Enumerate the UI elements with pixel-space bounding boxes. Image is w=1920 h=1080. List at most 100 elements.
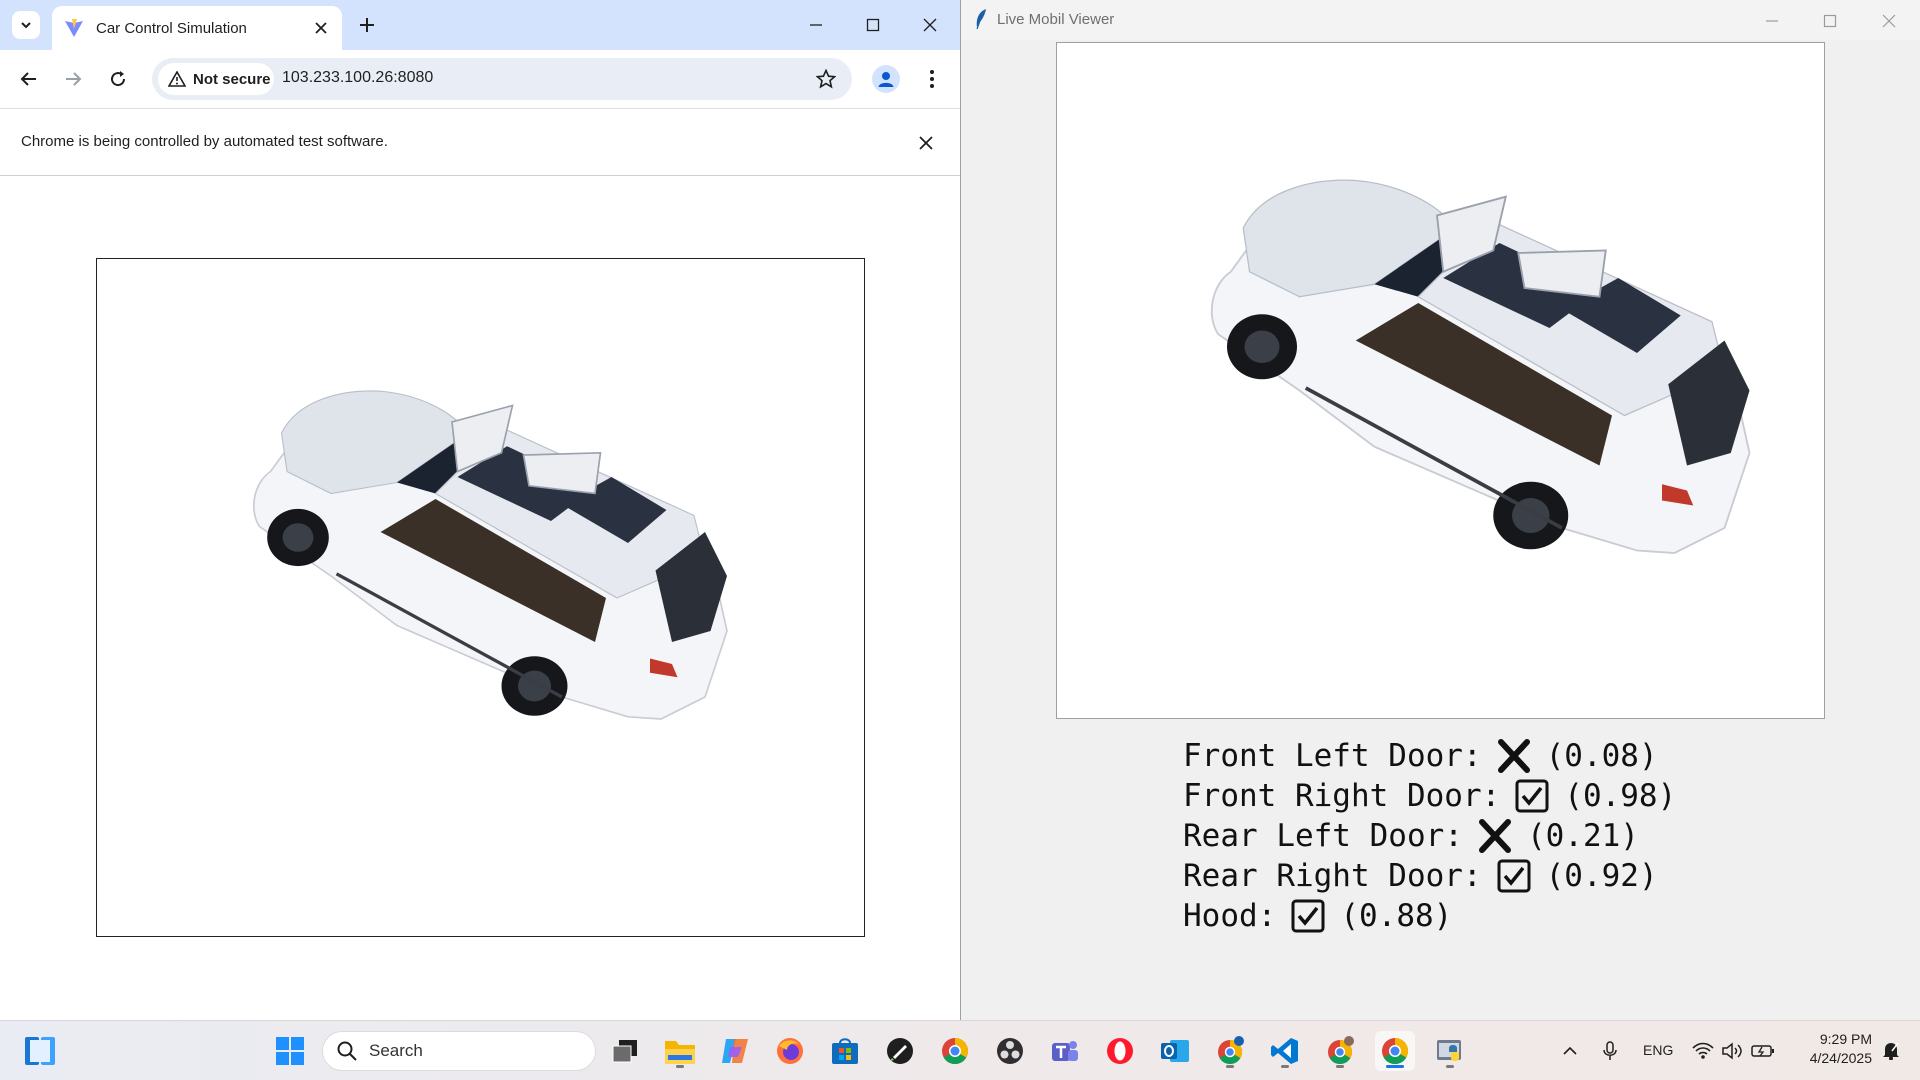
chrome-window: Car Control Simulation Not secure 103.23… [0,0,960,1020]
opera-icon[interactable] [1100,1031,1140,1071]
url-text[interactable]: 103.233.100.26:8080 [282,69,433,87]
task-view-icon[interactable] [605,1031,645,1071]
close-icon [923,18,937,32]
running-indicator [1226,1065,1234,1068]
microsoft-store-icon[interactable] [825,1031,865,1071]
wifi-icon[interactable] [1686,1031,1720,1071]
bookmark-button[interactable] [814,67,838,91]
feather-icon [976,9,986,30]
car-model-render [1209,178,1752,555]
warning-icon [168,71,186,87]
chrome-icon[interactable] [935,1031,975,1071]
microphone-icon[interactable] [1592,1031,1628,1071]
chrome-active-icon[interactable] [1375,1031,1415,1071]
clock[interactable]: 9:29 PM 4/24/2025 [1786,1030,1872,1068]
forward-arrow-icon [66,72,82,86]
language-indicator[interactable]: ENG [1643,1042,1673,1058]
vscode-icon[interactable] [1265,1031,1305,1071]
chrome-profile-icon[interactable] [1210,1031,1250,1071]
running-indicator [1446,1065,1454,1068]
maximize-button[interactable] [860,12,886,38]
status-row: Hood: (0.88) [1183,896,1676,936]
tab-search-button[interactable] [12,11,40,39]
tab-strip: Car Control Simulation [0,0,960,50]
clock-date: 4/24/2025 [1809,1050,1872,1066]
start-icon[interactable] [270,1031,310,1071]
infobar-close-button[interactable] [914,131,938,155]
status-row: Front Right Door: (0.98) [1183,776,1676,816]
viewer-close-button[interactable] [1876,8,1902,34]
forward-button[interactable] [58,64,88,94]
new-tab-button[interactable] [356,14,378,36]
taskbar: Search ENG 9:29 PM 4/24/2025 [0,1020,1920,1080]
running-indicator [676,1065,684,1068]
checkbox-checked-icon [1288,897,1328,935]
copilot-icon[interactable] [715,1031,755,1071]
back-arrow-icon [20,72,36,86]
status-row: Front Left Door: (0.08) [1183,736,1676,776]
plus-icon [360,18,374,32]
viewer-minimize-button[interactable] [1759,8,1785,34]
status-label: Rear Right Door: [1183,858,1482,894]
checkbox-checked-icon [1494,857,1534,895]
checkbox-checked-icon [1512,777,1552,815]
back-button[interactable] [14,64,44,94]
simulation-canvas[interactable] [96,258,865,937]
obs-icon[interactable] [990,1031,1030,1071]
volume-icon[interactable] [1716,1031,1750,1071]
vite-favicon-icon [65,19,83,37]
outlook-icon[interactable] [1155,1031,1195,1071]
taskbar-search-box[interactable]: Search [322,1031,596,1071]
inkscape-icon[interactable] [880,1031,920,1071]
status-value: (0.98) [1564,778,1677,814]
reload-icon [111,71,126,87]
page-viewport [0,176,960,1020]
close-window-button[interactable] [917,12,943,38]
python-icon[interactable] [1430,1031,1470,1071]
reload-button[interactable] [103,64,133,94]
close-icon [919,136,933,150]
cross-mark-icon [1475,817,1515,855]
tab-title: Car Control Simulation [96,19,247,37]
address-bar[interactable]: Not secure 103.233.100.26:8080 [152,58,852,100]
chevron-up-icon [1563,1046,1577,1055]
star-icon [816,69,836,89]
clock-time: 9:29 PM [1819,1031,1872,1047]
chrome-menu-button[interactable] [920,65,944,93]
viewer-title: Live Mobil Viewer [997,11,1115,28]
teams-icon[interactable] [1045,1031,1085,1071]
show-hidden-icons-button[interactable] [1552,1031,1588,1071]
status-value: (0.88) [1340,898,1453,934]
viewer-window: Live Mobil Viewer Front Left Door: (0.08)… [960,0,1920,1020]
firefox-icon[interactable] [770,1031,810,1071]
notification-bell-icon[interactable] [1874,1031,1908,1071]
automation-infobar: Chrome is being controlled by automated … [0,108,960,176]
status-label: Front Right Door: [1183,778,1501,814]
person-icon [878,72,894,87]
browser-toolbar: Not secure 103.233.100.26:8080 [0,50,960,108]
widgets-icon[interactable] [20,1031,60,1071]
file-explorer-icon[interactable] [660,1031,700,1071]
running-indicator [1281,1065,1289,1068]
security-label: Not secure [193,70,271,88]
site-info-chip[interactable]: Not secure [158,63,274,95]
chrome-profile-2-icon[interactable] [1320,1031,1360,1071]
viewer-maximize-button[interactable] [1817,8,1843,34]
status-row: Rear Left Door: (0.21) [1183,816,1676,856]
minimize-icon [810,24,822,26]
minimize-button[interactable] [803,12,829,38]
status-value: (0.08) [1545,738,1658,774]
status-value: (0.21) [1526,818,1639,854]
door-status-list: Front Left Door: (0.08) Front Right Door: (… [1183,736,1676,936]
profile-button[interactable] [872,65,900,93]
viewer-image [1056,42,1825,719]
active-indicator [1386,1065,1404,1068]
more-vert-icon [930,70,934,88]
search-icon [337,1041,357,1061]
tab-car-control-simulation[interactable]: Car Control Simulation [52,6,342,50]
status-row: Rear Right Door: (0.92) [1183,856,1676,896]
tab-close-icon[interactable] [312,19,330,37]
infobar-text: Chrome is being controlled by automated … [21,133,388,150]
search-placeholder: Search [369,1041,423,1060]
battery-icon[interactable] [1746,1031,1780,1071]
